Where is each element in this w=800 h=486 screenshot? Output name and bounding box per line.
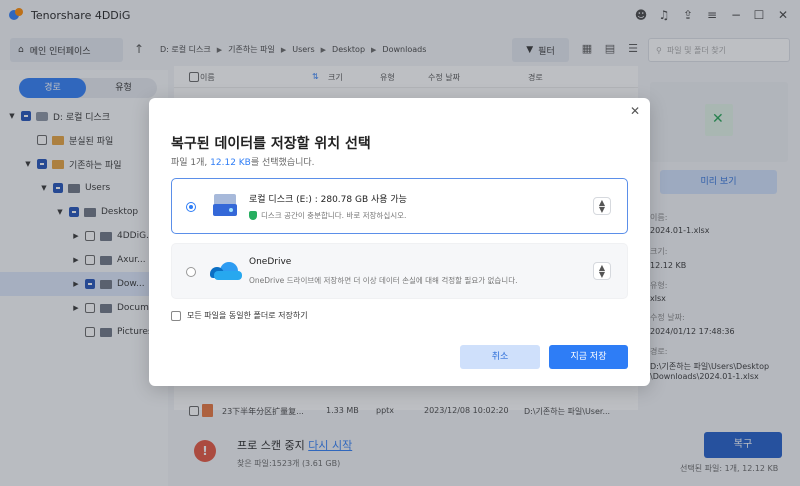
onedrive-radio[interactable] [186, 267, 196, 277]
same-folder-checkbox[interactable] [171, 310, 181, 321]
subtitle-suffix: 를 선택했습니다. [250, 158, 315, 168]
save-location-dialog: ✕ 복구된 데이터를 저장할 위치 선택 파일 1개, 12.12 KB를 선택… [149, 98, 650, 386]
subtitle-prefix: 파일 [171, 158, 191, 168]
hard-drive-icon [212, 194, 238, 220]
save-now-button[interactable]: 지금 저장 [549, 345, 628, 369]
option-local-disk[interactable]: 로컬 디스크 (E:) : 280.78 GB 사용 가능 디스크 공간이 충분… [171, 178, 628, 234]
option-onedrive[interactable]: OneDrive OneDrive 드라이브에 저장하면 더 이상 데이터 손실… [171, 243, 628, 299]
onedrive-select-stepper-icon[interactable]: ▲ ▼ [593, 262, 611, 280]
dialog-subtitle: 파일 1개, 12.12 KB를 선택했습니다. [171, 155, 315, 168]
dialog-title: 복구된 데이터를 저장할 위치 선택 [171, 136, 371, 152]
shield-check-icon [249, 211, 257, 220]
onedrive-title: OneDrive [249, 257, 292, 267]
local-disk-radio[interactable] [186, 202, 196, 212]
close-icon[interactable]: ✕ [628, 104, 642, 118]
subtitle-size: 12.12 KB [210, 158, 251, 168]
local-disk-note: 디스크 공간이 충분합니다. 바로 저장하십시오. [249, 210, 406, 221]
onedrive-note: OneDrive 드라이브에 저장하면 더 이상 데이터 손실에 대해 걱정할 … [249, 276, 518, 285]
subtitle-count: 1개, [190, 158, 211, 168]
drive-select-stepper-icon[interactable]: ▲ ▼ [593, 197, 611, 215]
cancel-button[interactable]: 취소 [460, 345, 540, 369]
onedrive-cloud-icon [210, 262, 242, 282]
local-disk-title: 로컬 디스크 (E:) : 280.78 GB 사용 가능 [249, 195, 407, 205]
same-folder-option[interactable]: 모든 파일을 동일한 폴더로 저장하기 [171, 310, 308, 321]
local-disk-note-text: 디스크 공간이 충분합니다. 바로 저장하십시오. [261, 211, 407, 220]
same-folder-label: 모든 파일을 동일한 폴더로 저장하기 [187, 311, 308, 320]
